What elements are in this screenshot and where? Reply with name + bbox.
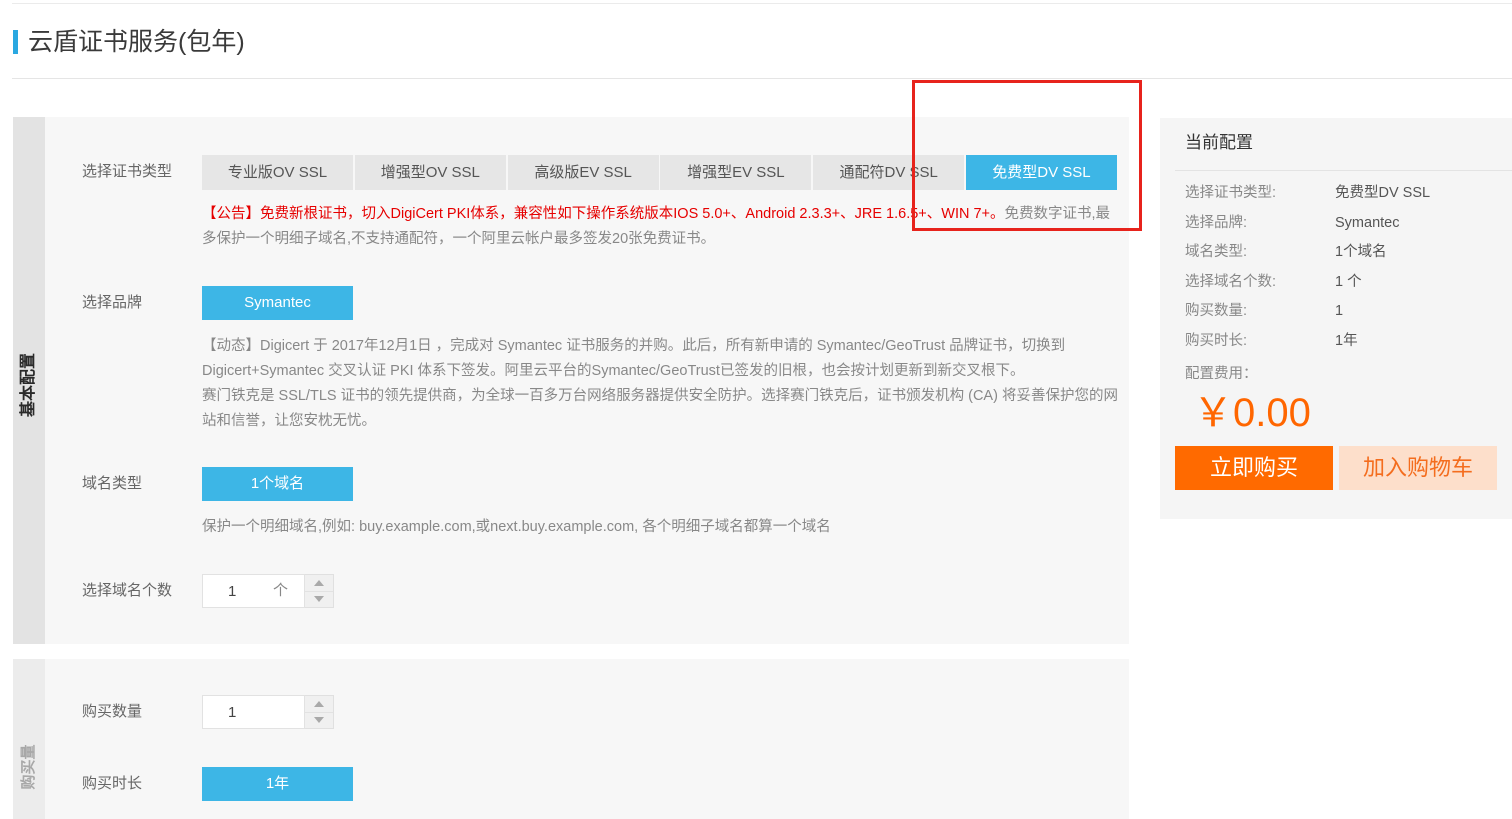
brand-intro: 赛门铁克是 SSL/TLS 证书的领先提供商，为全球一百多万台网络服务器提供安全… — [202, 388, 1118, 429]
quantity-box — [202, 695, 305, 729]
cert-type-option-wildcard-dv[interactable]: 通配符DV SSL — [813, 155, 965, 190]
page-title: 云盾证书服务(包年) — [28, 28, 245, 56]
duration-option-1-year[interactable]: 1年 — [202, 767, 353, 801]
summary-row-label: 购买时长: — [1185, 332, 1248, 349]
domain-count-label: 选择域名个数 — [82, 582, 173, 599]
top-border — [12, 3, 1512, 4]
title-accent-bar — [13, 30, 18, 54]
summary-row-value: 1个域名 — [1335, 244, 1387, 261]
duration-label: 购买时长 — [82, 775, 143, 792]
triangle-up-icon — [314, 579, 324, 586]
config-fee-price: ￥0.00 — [1193, 391, 1311, 435]
cert-type-option-enhanced-ov[interactable]: 增强型OV SSL — [354, 155, 506, 190]
summary-row: 选择品牌: Symantec — [1185, 209, 1505, 239]
summary-row-label: 选择域名个数: — [1185, 273, 1277, 290]
quantity-label: 购买数量 — [82, 703, 143, 720]
domain-type-description: 保护一个明细域名,例如: buy.example.com,或next.buy.e… — [202, 519, 831, 535]
brand-options: Symantec — [202, 286, 353, 320]
domain-count-box: 个 — [202, 574, 305, 608]
summary-row-label: 选择品牌: — [1185, 214, 1248, 231]
current-config-divider — [1175, 170, 1512, 171]
cert-type-option-enhanced-ev[interactable]: 增强型EV SSL — [660, 155, 812, 190]
summary-row-label: 购买数量: — [1185, 303, 1248, 320]
domain-count-decrement-button[interactable] — [305, 590, 333, 608]
domain-count-unit: 个 — [273, 582, 289, 599]
summary-row-value: 免费型DV SSL — [1335, 185, 1431, 201]
quantity-increment-button[interactable] — [305, 696, 333, 712]
header-divider — [12, 78, 1512, 79]
domain-count-input[interactable] — [203, 575, 263, 607]
domain-type-label: 域名类型 — [82, 475, 143, 492]
cert-type-notice-red: 【公告】免费新根证书，切入DigiCert PKI体系，兼容性如下操作系统版本I… — [202, 206, 1005, 222]
basic-config-tab-label: 基本配置 — [20, 352, 37, 418]
cert-type-options: 专业版OV SSL 增强型OV SSL 高级版EV SSL 增强型EV SSL … — [202, 155, 1117, 190]
add-to-cart-button[interactable]: 加入购物车 — [1339, 446, 1497, 490]
triangle-down-icon — [314, 717, 324, 724]
current-config-rows: 选择证书类型: 免费型DV SSL 选择品牌: Symantec 域名类型: 1个域名… — [1185, 179, 1505, 357]
brand-description: 【动态】Digicert 于 2017年12月1日 ，完成对 Symantec … — [202, 334, 1124, 434]
summary-row-value: Symantec — [1335, 214, 1400, 231]
cert-type-option-advanced-ev[interactable]: 高级版EV SSL — [507, 155, 659, 190]
domain-type-options: 1个域名 — [202, 467, 353, 501]
cert-type-notice: 【公告】免费新根证书，切入DigiCert PKI体系，兼容性如下操作系统版本I… — [202, 202, 1124, 252]
config-fee-label: 配置费用： — [1185, 366, 1258, 382]
triangle-up-icon — [314, 700, 324, 707]
summary-row-value: 1 个 — [1335, 273, 1362, 290]
domain-count-increment-button[interactable] — [305, 575, 333, 591]
basic-config-tab: 基本配置 — [13, 117, 45, 644]
domain-count-stepper-buttons — [305, 574, 334, 608]
summary-row: 域名类型: 1个域名 — [1185, 238, 1505, 268]
cert-type-label: 选择证书类型 — [82, 163, 173, 180]
brand-news: 【动态】Digicert 于 2017年12月1日 ，完成对 Symantec … — [202, 338, 1066, 379]
buy-now-button[interactable]: 立即购买 — [1175, 446, 1333, 490]
summary-row: 购买数量: 1 — [1185, 297, 1505, 327]
purchase-section: 购买量 购买数量 购买时长 1年 — [13, 659, 1129, 819]
basic-config-section: 基本配置 选择证书类型 专业版OV SSL 增强型OV SSL 高级版EV SS… — [13, 117, 1129, 644]
quantity-stepper — [202, 695, 334, 729]
duration-options: 1年 — [202, 767, 353, 801]
cert-type-option-free-dv[interactable]: 免费型DV SSL — [965, 155, 1117, 190]
brand-option-symantec[interactable]: Symantec — [202, 286, 353, 320]
summary-row: 购买时长: 1年 — [1185, 327, 1505, 357]
summary-row-label: 选择证书类型: — [1185, 185, 1277, 201]
purchase-tab-label: 购买量 — [20, 744, 37, 790]
summary-row: 选择证书类型: 免费型DV SSL — [1185, 179, 1505, 209]
purchase-tab: 购买量 — [13, 659, 45, 819]
summary-row: 选择域名个数: 1 个 — [1185, 268, 1505, 298]
summary-row-label: 域名类型: — [1185, 244, 1248, 261]
quantity-stepper-buttons — [305, 695, 334, 729]
triangle-down-icon — [314, 596, 324, 603]
cert-type-option-pro-ov[interactable]: 专业版OV SSL — [202, 155, 353, 190]
domain-type-option-single[interactable]: 1个域名 — [202, 467, 353, 501]
summary-row-value: 1 — [1335, 303, 1344, 320]
summary-row-value: 1年 — [1335, 332, 1358, 349]
brand-label: 选择品牌 — [82, 294, 143, 311]
current-config-panel: 当前配置 选择证书类型: 免费型DV SSL 选择品牌: Symantec 域名类型… — [1160, 118, 1512, 519]
quantity-decrement-button[interactable] — [305, 711, 333, 729]
current-config-title: 当前配置 — [1185, 133, 1253, 152]
domain-count-stepper: 个 — [202, 574, 334, 608]
quantity-input[interactable] — [203, 696, 263, 728]
